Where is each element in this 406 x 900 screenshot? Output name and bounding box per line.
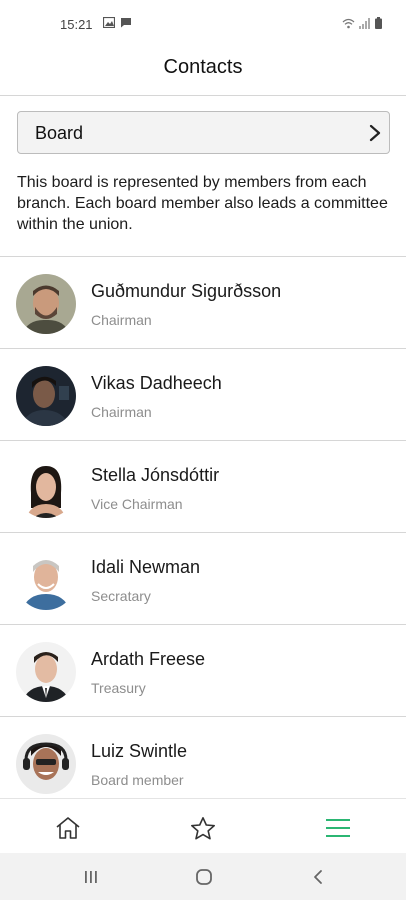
board-description: This board is represented by members fro… xyxy=(17,174,388,233)
contact-role: Chairman xyxy=(91,404,152,420)
contact-name: Guðmundur Sigurðsson xyxy=(91,281,282,301)
status-bar: 15:21 xyxy=(0,0,406,50)
system-navigation-bar xyxy=(0,853,406,900)
contact-row[interactable]: Ardath Freese Treasury xyxy=(0,625,406,717)
contact-row[interactable]: Guðmundur Sigurðsson Chairman xyxy=(0,257,406,349)
contact-name: Idali Newman xyxy=(91,557,201,577)
battery-icon xyxy=(375,17,382,29)
contact-name: Stella Jónsdóttir xyxy=(91,465,220,485)
contact-role: Treasury xyxy=(91,680,146,696)
menu-icon[interactable] xyxy=(323,813,353,843)
signal-icon xyxy=(359,17,370,29)
board-selector-button[interactable]: Board xyxy=(17,111,390,154)
contact-row[interactable]: Idali Newman Secratary xyxy=(0,533,406,625)
home-circle-icon[interactable] xyxy=(192,866,216,888)
contact-name: Luiz Swintle xyxy=(91,741,188,761)
home-icon[interactable] xyxy=(53,813,83,843)
star-icon[interactable] xyxy=(188,813,218,843)
app-header: Contacts xyxy=(0,50,406,96)
status-notifications xyxy=(103,17,132,28)
contact-name: Ardath Freese xyxy=(91,649,206,669)
message-notification-icon xyxy=(121,18,131,28)
contacts-list: Guðmundur Sigurðsson Chairman Vikas Dadh… xyxy=(0,257,406,809)
contact-name: Vikas Dadheech xyxy=(91,373,222,393)
wifi-icon xyxy=(342,18,355,28)
board-selector-label: Board xyxy=(35,123,84,143)
avatar xyxy=(16,642,76,702)
contact-row[interactable]: Luiz Swintle Board member xyxy=(0,717,406,809)
avatar xyxy=(16,550,76,610)
chevron-right-icon xyxy=(367,123,383,148)
avatar xyxy=(16,734,76,794)
status-time: 15:21 xyxy=(60,17,93,32)
bottom-navigation xyxy=(0,798,406,853)
gallery-notification-icon xyxy=(103,17,115,28)
contact-role: Secratary xyxy=(91,588,151,604)
contact-row[interactable]: Vikas Dadheech Chairman xyxy=(0,349,406,441)
page-title: Contacts xyxy=(163,56,243,78)
avatar xyxy=(16,366,76,426)
back-icon[interactable] xyxy=(306,866,330,888)
avatar xyxy=(16,274,76,334)
recents-icon[interactable] xyxy=(79,866,103,888)
contact-row[interactable]: Stella Jónsdóttir Vice Chairman xyxy=(0,441,406,533)
contact-role: Vice Chairman xyxy=(91,496,183,512)
status-system-icons xyxy=(342,17,382,29)
avatar xyxy=(16,458,76,518)
contact-role: Board member xyxy=(91,772,184,788)
contact-role: Chairman xyxy=(91,312,152,328)
